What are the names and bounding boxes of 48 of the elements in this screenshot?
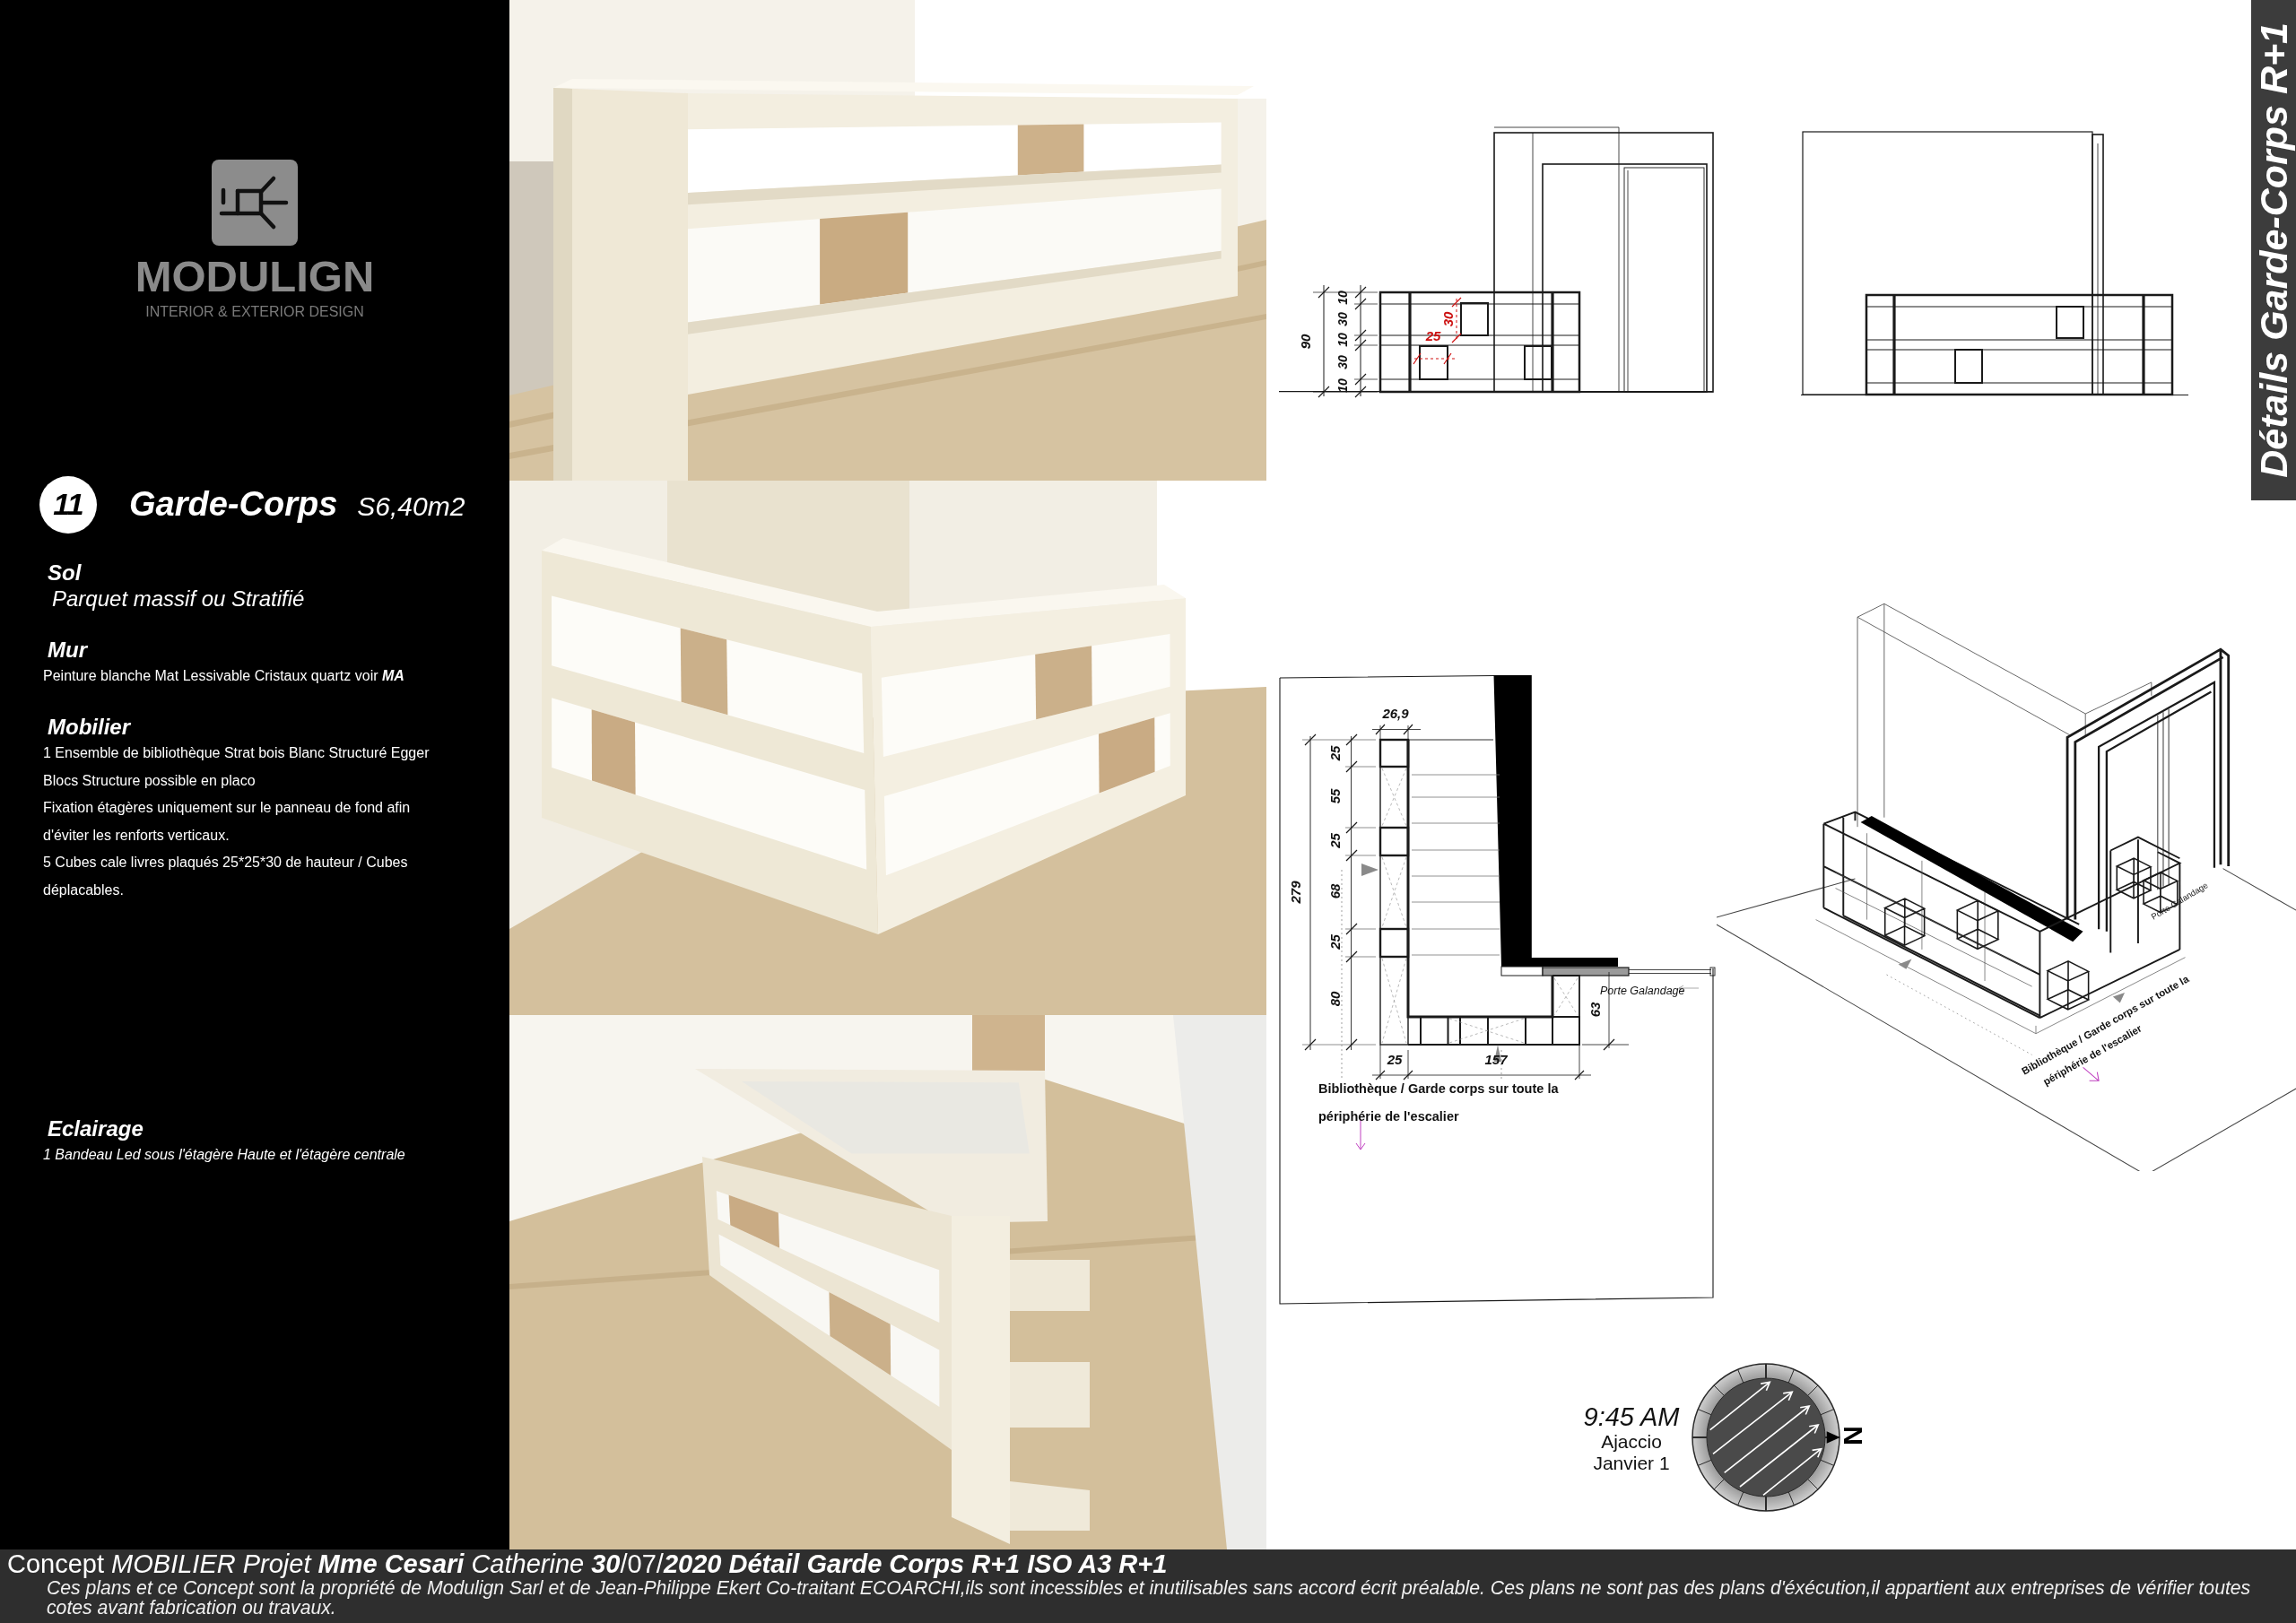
dimension-label: 157 [1484,1052,1508,1067]
section-title: Mobilier [47,715,132,741]
brand-tagline: INTERIOR & EXTERIOR DESIGN [145,304,364,320]
sun-location: Ajaccio [1600,1431,1663,1453]
dimension-label: 25 [1326,745,1343,761]
section-title: Mur [47,637,89,663]
dimension-label: 10 [1335,378,1350,393]
dimension-label: 55 [1326,788,1343,804]
dimension-label: 25 [1326,934,1343,950]
dimension-label: 279 [1287,881,1303,904]
dimension-label: 25 [1425,327,1441,343]
section-text: Peinture blanche Mat Lessivable Cristaux quartz voir MA [43,666,405,685]
section-text: d'éviter les renforts verticaux. [43,826,230,845]
door-label: Porte Galandage [1600,985,1685,997]
dimension-label: 30 [1335,355,1350,369]
room-area: S6,40m2 [357,490,465,522]
dimension-label: 63 [1587,1002,1603,1018]
section-text: déplacables. [43,881,125,899]
room-title: Garde-Corps [129,485,338,525]
north-label: N [1839,1426,1866,1445]
plan-caption: Bibliothèque / Garde corps sur toute la périphérie de l'escalier [1318,1081,1559,1124]
dimension-label: 80 [1326,991,1343,1007]
section-text: Parquet massif ou Stratifié [51,585,306,612]
dimension-label: 25 [1326,833,1343,848]
footer-notice: Ces plans et ce Concept sont la propriété de Modulign Sarl et de Jean-Philippe Ekert Co-traitant ECOARCHI,ils sont incessibles et inutilisables sans accord écrit préalable. Ces plans ne sont pas des plans d'éxécution,il appartient aux entreprises de vérifier toutes cotes avant fabrication ou travaux. [47,1578,2252,1618]
dimension-label: 90 [1297,334,1313,350]
dimension-label: 10 [1335,291,1350,305]
sun-time: 9:45 AM [1582,1402,1681,1431]
section-text: Blocs Structure possible en placo [43,771,257,790]
footer-title: Concept MOBILIER Projet Mme Cesari Catherine 30/07/2020 Détail Garde Corps R+1 ISO A3 R+1 [7,1550,1169,1578]
dimension-label: 30 [1439,311,1456,327]
brand-name: MODULIGN [135,255,375,299]
sheet-title: Détails Garde-Corps R+1 [2254,22,2293,478]
section-title: Sol [47,560,83,586]
chair-logo-icon [212,160,298,246]
section-text: 5 Cubes cale livres plaqués 25*25*30 de hauteur / Cubes [43,854,409,872]
section-text: Fixation étagères uniquement sur le panneau de fond afin [43,799,412,818]
dimension-label: 26,9 [1382,706,1409,721]
section-text: 1 Ensemble de bibliothèque Strat bois Blanc Structuré Egger [43,744,430,763]
section-title: Eclairage [47,1116,144,1142]
dimension-label: 68 [1326,883,1343,899]
dimension-label: 10 [1335,333,1350,347]
compass-icon [1690,1363,1842,1514]
dimension-label: 25 [1387,1052,1403,1067]
sun-date: Janvier 1 [1592,1453,1671,1474]
section-text: 1 Bandeau Led sous l'étagère Haute et l'étagère centrale [43,1146,406,1165]
number-badge: 11 [39,475,97,534]
dimension-label: 30 [1335,312,1350,326]
